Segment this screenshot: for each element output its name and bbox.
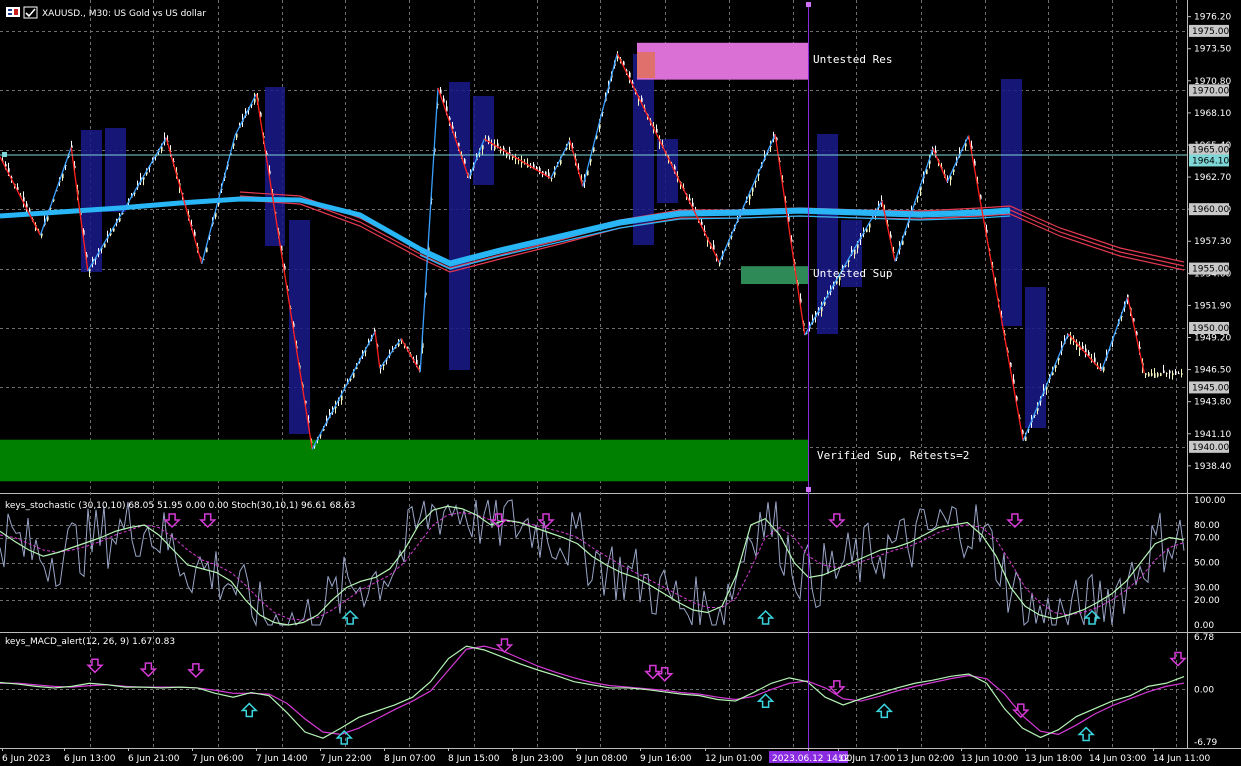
time-label: 8 Jun 23:00 — [512, 754, 564, 764]
time-label: 6 Jun 13:00 — [64, 754, 116, 764]
price-axis[interactable]: 1976.201973.501970.801968.101965.401962.… — [1187, 13, 1231, 748]
price-tick-label: 1943.80 — [1194, 398, 1231, 408]
untested-res-label: Untested Res — [813, 53, 892, 66]
time-label: 12 Jun 17:00 — [838, 754, 895, 764]
price-label: 1950.00 — [1192, 324, 1229, 334]
time-label: 13 Jun 10:00 — [961, 754, 1018, 764]
candle-body — [1175, 371, 1177, 374]
trading-chart[interactable]: Untested Res Untested Sup Verified Sup, … — [0, 0, 1241, 766]
candle-body — [1157, 373, 1159, 377]
macd-tick-label: 0.00 — [1194, 685, 1214, 695]
macd-title: keys_MACD_alert(12, 26, 9) 1.67 0.83 — [5, 637, 175, 647]
price-tick-label: 1938.40 — [1194, 462, 1231, 472]
time-label: 6 Jun 21:00 — [128, 754, 180, 764]
swing-box — [817, 134, 838, 334]
stoch-title: keys_stochastic (30,10,10) 68.05 51.95 0… — [5, 501, 355, 511]
price-tick-label: 1957.30 — [1194, 237, 1231, 247]
time-label: 7 Jun 06:00 — [192, 754, 244, 764]
price-tick-label: 1949.20 — [1194, 334, 1231, 344]
stoch-tick-label: 100.00 — [1194, 496, 1226, 506]
candle-body — [1172, 373, 1174, 376]
time-label: 7 Jun 14:00 — [256, 754, 308, 764]
swing-box — [1001, 79, 1022, 326]
price-label: 1960.00 — [1192, 205, 1229, 215]
price-label: 1945.00 — [1192, 383, 1229, 393]
verified-sup-label: Verified Sup, Retests=2 — [817, 449, 969, 462]
swing-box — [289, 220, 310, 434]
zone-0 — [637, 42, 808, 80]
cursor-handle-top[interactable] — [806, 2, 811, 7]
candle-body — [1181, 373, 1183, 375]
price-label: 1940.00 — [1192, 443, 1229, 453]
price-tick-label: 1946.50 — [1194, 366, 1231, 376]
main-title: XAUUSD., M30: US Gold vs US dollar — [42, 9, 206, 19]
stoch-tick-label: 30.00 — [1194, 584, 1220, 594]
price-label: 1965.00 — [1192, 146, 1229, 156]
stoch-tick-label: 50.00 — [1194, 559, 1220, 569]
stoch-tick-label: 20.00 — [1194, 596, 1220, 606]
time-label: 12 Jun 01:00 — [705, 754, 762, 764]
price-tick-label: 1951.90 — [1194, 301, 1231, 311]
macd-pane[interactable] — [0, 634, 1187, 748]
swing-box — [105, 128, 126, 212]
price-label: 1955.00 — [1192, 265, 1229, 275]
price-tick-label: 1962.70 — [1194, 173, 1231, 183]
swing-box — [1025, 287, 1046, 428]
candle-body — [1169, 370, 1171, 374]
stoch-tick-label: 0.00 — [1194, 621, 1214, 631]
one-click-trading-icon[interactable] — [23, 6, 38, 19]
time-axis[interactable]: 6 Jun 2023 6 Jun 13:00 6 Jun 21:00 7 Jun 06… — [2, 748, 1210, 764]
time-label: 8 Jun 07:00 — [384, 754, 436, 764]
stoch-tick-label: 80.00 — [1194, 521, 1220, 531]
candle-body — [1178, 373, 1180, 375]
price-tick-label: 1976.20 — [1194, 13, 1231, 23]
zone-2 — [0, 439, 808, 482]
time-label: 8 Jun 15:00 — [448, 754, 500, 764]
price-label: 1975.00 — [1192, 27, 1229, 37]
untested-sup-label: Untested Sup — [813, 267, 892, 280]
macd-tick-label: 6.78 — [1194, 633, 1214, 643]
price-tick-label: 1941.10 — [1194, 430, 1231, 440]
time-label: 14 Jun 03:00 — [1089, 754, 1146, 764]
time-label: 14 Jun 11:00 — [1153, 754, 1210, 764]
time-label: 9 Jun 16:00 — [640, 754, 692, 764]
candle-body — [1154, 373, 1156, 378]
time-label: 13 Jun 02:00 — [897, 754, 954, 764]
price-label: 1964.10 — [1192, 156, 1229, 166]
candle-body — [1166, 373, 1168, 375]
candle-body — [1163, 370, 1165, 374]
candle-body — [1148, 373, 1150, 377]
time-label: 7 Jun 22:00 — [320, 754, 372, 764]
time-label: 9 Jun 08:00 — [576, 754, 628, 764]
price-tick-label: 1973.50 — [1194, 45, 1231, 55]
symbol-icon[interactable] — [6, 7, 20, 17]
cursor-handle-bottom[interactable] — [806, 487, 811, 492]
time-label: 6 Jun 2023 — [2, 754, 50, 764]
candle-body — [1151, 373, 1153, 376]
candle-body — [1145, 373, 1147, 376]
price-label: 1970.00 — [1192, 86, 1229, 96]
stoch-tick-label: 70.00 — [1194, 534, 1220, 544]
candle-body — [1160, 373, 1162, 376]
current-price-handle[interactable] — [2, 152, 7, 157]
time-label: 13 Jun 18:00 — [1025, 754, 1082, 764]
candle-body — [1094, 357, 1096, 363]
price-tick-label: 1968.10 — [1194, 109, 1231, 119]
macd-tick-label: -6.79 — [1194, 738, 1218, 748]
res-zone-accent — [637, 52, 655, 78]
